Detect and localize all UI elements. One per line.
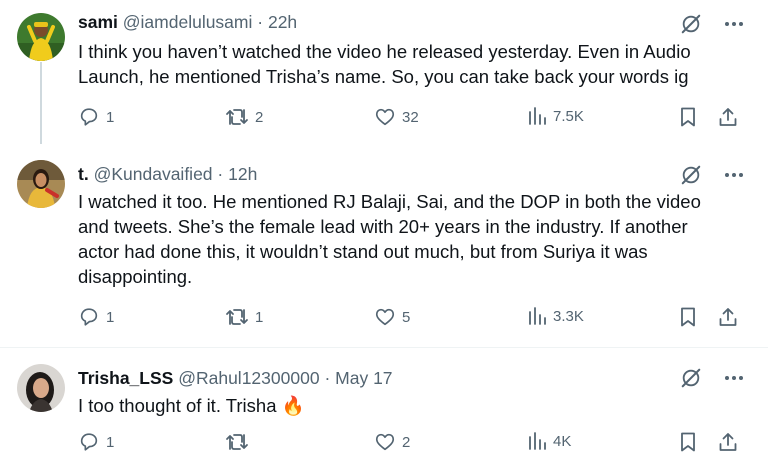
- tweet[interactable]: t. @Kundavaified · 12h I watched it too.…: [0, 145, 768, 347]
- more-icon[interactable]: [724, 14, 744, 34]
- tweet-top-actions: [680, 13, 744, 35]
- retweet-icon: [226, 309, 248, 325]
- tweet-top-actions: [680, 164, 744, 186]
- timestamp[interactable]: May 17: [335, 368, 392, 388]
- grok-icon[interactable]: [680, 164, 702, 186]
- bookmark-button[interactable]: [678, 106, 698, 128]
- avatar[interactable]: [17, 364, 65, 412]
- like-button[interactable]: 5: [374, 306, 410, 328]
- reply-count: 1: [106, 433, 115, 451]
- tweet-text: I too thought of it. Trisha 🔥: [78, 395, 305, 416]
- like-count: 2: [402, 433, 411, 451]
- views-button[interactable]: 4K: [527, 431, 571, 451]
- share-icon: [719, 308, 737, 326]
- bookmark-icon: [681, 107, 695, 127]
- retweet-button[interactable]: 1: [225, 306, 263, 328]
- bookmark-icon: [681, 432, 695, 452]
- grok-icon[interactable]: [680, 13, 702, 35]
- views-icon: [529, 107, 546, 125]
- share-button[interactable]: [717, 431, 739, 453]
- reply-icon: [80, 108, 98, 126]
- separator: ·: [217, 164, 224, 184]
- share-icon: [719, 108, 737, 126]
- tweet-text: I watched it too. He mentioned RJ Balaji…: [78, 191, 701, 287]
- share-icon: [719, 433, 737, 451]
- bookmark-button[interactable]: [678, 306, 698, 328]
- avatar[interactable]: [17, 13, 65, 61]
- thread-connector: [40, 62, 42, 144]
- separator: ·: [257, 12, 264, 32]
- bookmark-icon: [681, 307, 695, 327]
- tweet[interactable]: sami @iamdelulusami · 22h I think you ha…: [0, 0, 768, 145]
- tweet-actions: 1 2 4K: [78, 431, 743, 457]
- reply-button[interactable]: 1: [78, 106, 114, 128]
- timestamp[interactable]: 22h: [268, 12, 297, 32]
- separator: ·: [324, 368, 331, 388]
- grok-icon[interactable]: [680, 367, 702, 389]
- heart-icon: [375, 308, 395, 326]
- views-button[interactable]: 3.3K: [527, 306, 584, 326]
- reply-count: 1: [106, 308, 115, 326]
- tweet-actions: 1 1 5 3.3K: [78, 306, 743, 332]
- share-button[interactable]: [717, 106, 739, 128]
- more-icon[interactable]: [724, 368, 744, 388]
- reply-count: 1: [106, 108, 115, 126]
- view-count: 7.5K: [553, 107, 584, 125]
- like-button[interactable]: 2: [374, 431, 410, 453]
- like-count: 32: [402, 108, 419, 126]
- display-name[interactable]: Trisha_LSS: [78, 368, 173, 388]
- reply-button[interactable]: 1: [78, 431, 114, 453]
- reply-icon: [80, 308, 98, 326]
- share-button[interactable]: [717, 306, 739, 328]
- tweet-header: t. @Kundavaified · 12h: [78, 163, 257, 185]
- retweet-count: 1: [255, 308, 264, 326]
- like-count: 5: [402, 308, 411, 326]
- retweet-count: 2: [255, 108, 264, 126]
- avatar[interactable]: [17, 160, 65, 208]
- retweet-icon: [226, 434, 248, 450]
- retweet-button[interactable]: [225, 431, 255, 453]
- user-handle[interactable]: @Rahul12300000: [178, 368, 319, 388]
- timeline: sami @iamdelulusami · 22h I think you ha…: [0, 0, 768, 459]
- retweet-icon: [226, 109, 248, 125]
- view-count: 4K: [553, 432, 572, 450]
- views-icon: [529, 307, 546, 325]
- like-button[interactable]: 32: [374, 106, 419, 128]
- views-icon: [529, 432, 546, 450]
- heart-icon: [375, 433, 395, 451]
- tweet-text: I think you haven’t watched the video he…: [78, 41, 691, 87]
- tweet[interactable]: Trisha_LSS @Rahul12300000 · May 17 I too…: [0, 348, 768, 459]
- reply-icon: [80, 433, 98, 451]
- user-handle[interactable]: @iamdelulusami: [123, 12, 253, 32]
- views-button[interactable]: 7.5K: [527, 106, 584, 126]
- view-count: 3.3K: [553, 307, 584, 325]
- reply-button[interactable]: 1: [78, 306, 114, 328]
- display-name[interactable]: sami: [78, 12, 118, 32]
- tweet-header: Trisha_LSS @Rahul12300000 · May 17: [78, 367, 393, 389]
- user-handle[interactable]: @Kundavaified: [94, 164, 213, 184]
- display-name[interactable]: t.: [78, 164, 89, 184]
- tweet-top-actions: [680, 367, 744, 389]
- tweet-header: sami @iamdelulusami · 22h: [78, 11, 297, 33]
- tweet-actions: 1 2 32 7.5K: [78, 106, 743, 132]
- timestamp[interactable]: 12h: [228, 164, 257, 184]
- heart-icon: [375, 108, 395, 126]
- retweet-button[interactable]: 2: [225, 106, 263, 128]
- bookmark-button[interactable]: [678, 431, 698, 453]
- more-icon[interactable]: [724, 165, 744, 185]
